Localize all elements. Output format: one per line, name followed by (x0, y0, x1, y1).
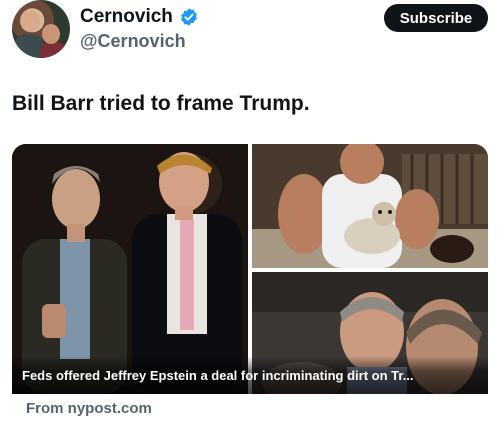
card-media[interactable]: Feds offered Jeffrey Epstein a deal for … (12, 144, 488, 394)
card-source[interactable]: From nypost.com (26, 400, 152, 417)
author-handle[interactable]: @Cernovich (80, 31, 186, 52)
avatar[interactable] (12, 0, 70, 58)
tweet-header: Cernovich @Cernovich Subscribe (12, 0, 488, 60)
card-headline-overlay: Feds offered Jeffrey Epstein a deal for … (12, 356, 488, 394)
card-headline: Feds offered Jeffrey Epstein a deal for … (22, 367, 414, 383)
card-image-top-right (252, 144, 488, 268)
subscribe-button[interactable]: Subscribe (384, 4, 488, 32)
avatar-face-right (42, 24, 60, 44)
photo-man-with-dog-illustration (252, 144, 488, 268)
link-card[interactable]: Feds offered Jeffrey Epstein a deal for … (12, 144, 488, 428)
tweet-text: Bill Barr tried to frame Trump. (12, 92, 310, 115)
author-display-name[interactable]: Cernovich (80, 6, 173, 28)
avatar-face-left (20, 10, 40, 32)
verified-badge-icon (181, 8, 197, 26)
avatar-figure-right (40, 42, 66, 58)
author-name-row: Cernovich (80, 6, 199, 28)
